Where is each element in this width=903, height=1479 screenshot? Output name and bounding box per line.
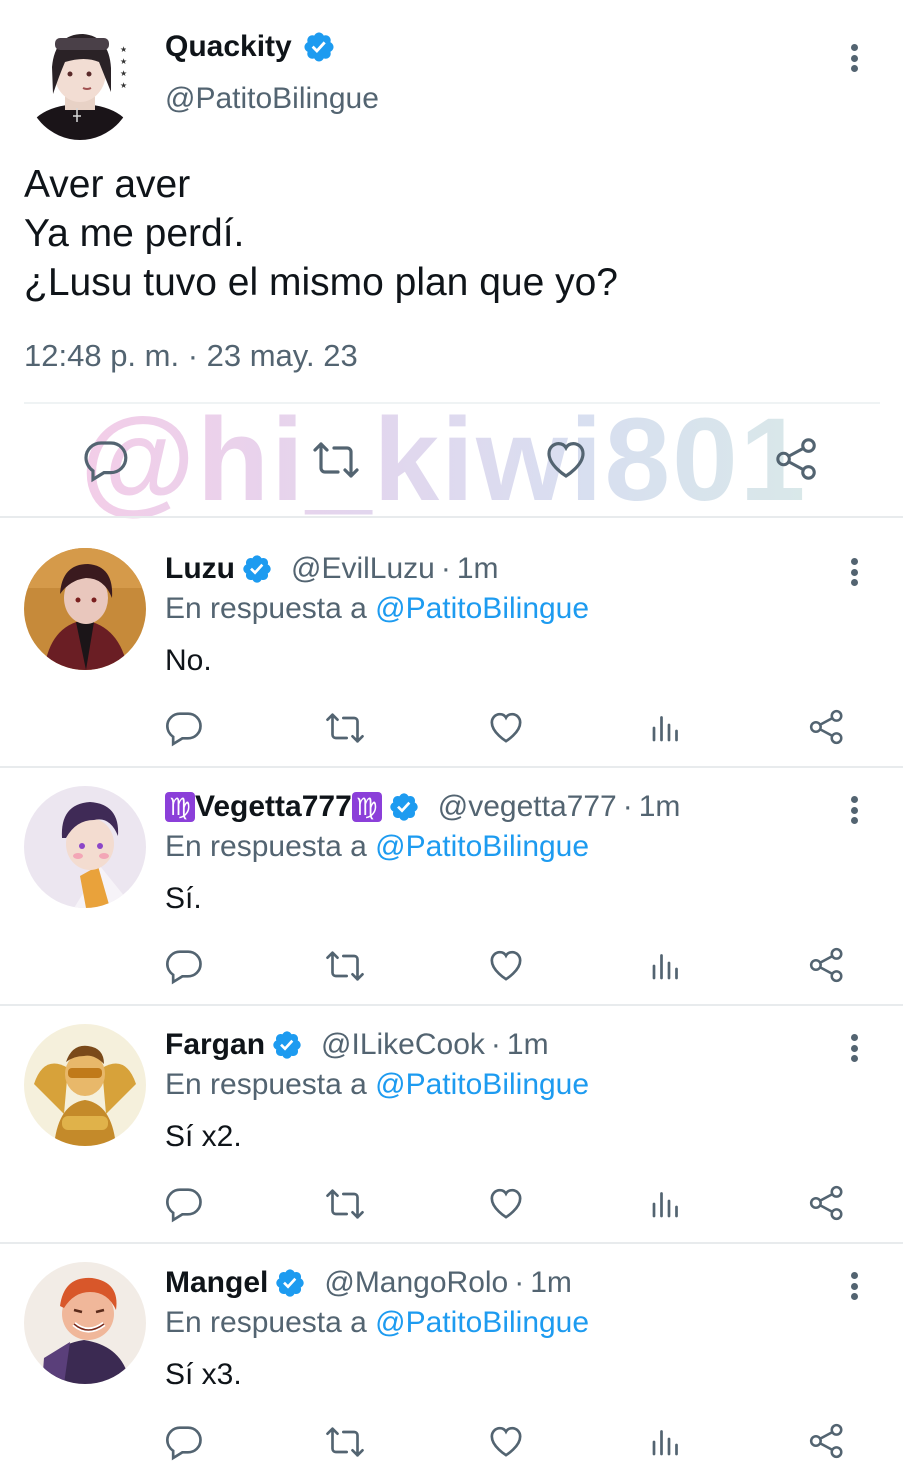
mention-link[interactable]: @PatitoBilingue [375,592,589,625]
verified-badge-icon [274,1267,306,1299]
tweet-text-line: Ya me perdí. [24,212,245,255]
like-icon[interactable] [486,1182,526,1224]
reply-tweet[interactable]: Fargan @ILikeCook · 1m En respuesta a @P… [0,994,903,1230]
more-options-icon[interactable] [844,1028,864,1068]
reply-text: No. [165,644,212,677]
reply-header: Mangel @MangoRolo · 1m [165,1266,572,1300]
retweet-icon[interactable] [324,708,366,748]
reply-text: Sí. [165,882,202,915]
share-icon[interactable] [808,1182,846,1224]
mention-link[interactable]: @PatitoBilingue [375,1306,589,1339]
reply-prefix: En respuesta a [165,592,367,625]
separator-dot: · [514,1266,525,1299]
views-icon[interactable] [648,1184,684,1224]
author-name[interactable]: Quackity [165,30,292,64]
reply-action-bar [0,1182,903,1226]
like-icon[interactable] [486,706,526,748]
like-icon[interactable] [486,1420,526,1462]
reply-prefix: En respuesta a [165,1306,367,1339]
reply-time[interactable]: 1m [457,552,499,586]
reply-time[interactable]: 1m [639,790,681,824]
more-options-icon[interactable] [844,552,864,592]
virgo-emoji-icon: ♍ [165,792,195,822]
retweet-icon[interactable] [324,1422,366,1462]
more-options-icon[interactable] [844,790,864,830]
reply-time[interactable]: 1m [530,1266,572,1300]
author-row: Quackity [165,30,336,64]
mention-link[interactable]: @PatitoBilingue [375,830,589,863]
svg-text:★: ★ [120,69,127,78]
verified-badge-icon [388,791,420,823]
reply-text: Sí x3. [165,1358,242,1391]
reply-tweet[interactable]: Mangel @MangoRolo · 1m En respuesta a @P… [0,1232,903,1468]
share-icon[interactable] [774,434,820,484]
virgo-emoji-icon: ♍ [351,792,382,822]
mention-link[interactable]: @PatitoBilingue [375,1068,589,1101]
reply-icon[interactable] [164,706,204,748]
reply-context: En respuesta a @PatitoBilingue [165,830,589,864]
like-icon[interactable] [486,944,526,986]
tweet-text: Aver aver Ya me perdí. ¿Lusu tuvo el mis… [24,160,618,307]
reply-prefix: En respuesta a [165,1068,367,1101]
avatar[interactable] [24,1024,146,1146]
reply-action-bar [0,944,903,988]
like-icon[interactable] [542,434,590,484]
reply-time[interactable]: 1m [507,1028,549,1062]
reply-author-name[interactable]: Fargan [165,1028,265,1062]
svg-text:★: ★ [120,57,127,66]
reply-action-bar [0,706,903,750]
retweet-icon[interactable] [324,946,366,986]
reply-author-name[interactable]: Vegetta777 [195,790,352,824]
reply-action-bar [0,1420,903,1464]
reply-author-handle[interactable]: @ILikeCook [321,1028,485,1062]
reply-icon[interactable] [164,1420,204,1462]
reply-header: ♍ Vegetta777 ♍ @vegetta777 · 1m [165,790,680,824]
reply-text: Sí x2. [165,1120,242,1153]
svg-text:★: ★ [120,81,127,90]
reply-icon[interactable] [164,944,204,986]
separator-dot: · [440,552,451,585]
reply-author-name[interactable]: Mangel [165,1266,268,1300]
verified-badge-icon [241,553,273,585]
tweet-text-line: Aver aver [24,163,191,206]
avatar[interactable] [24,548,146,670]
views-icon[interactable] [648,946,684,986]
reply-icon[interactable] [164,1182,204,1224]
reply-tweet[interactable]: ♍ Vegetta777 ♍ @vegetta777 · 1m En respu… [0,756,903,992]
views-icon[interactable] [648,1422,684,1462]
reply-header: Luzu @EvilLuzu · 1m [165,552,499,586]
reply-author-handle[interactable]: @MangoRolo [324,1266,508,1300]
separator-dot: · [490,1028,501,1061]
retweet-icon[interactable] [324,1184,366,1224]
tweet-text-line: ¿Lusu tuvo el mismo plan que yo? [24,261,618,304]
main-tweet: ★ ★ ★ ★ Quackity @PatitoBilingue Aver av… [0,0,903,526]
avatar[interactable]: ★ ★ ★ ★ [25,22,135,140]
reply-header: Fargan @ILikeCook · 1m [165,1028,549,1062]
reply-prefix: En respuesta a [165,830,367,863]
main-action-bar [0,432,903,490]
more-options-icon[interactable] [844,38,864,78]
avatar[interactable] [24,786,146,908]
reply-author-name[interactable]: Luzu [165,552,235,586]
more-options-icon[interactable] [844,1266,864,1306]
verified-badge-icon [271,1029,303,1061]
reply-icon[interactable] [82,434,130,484]
reply-author-handle[interactable]: @vegetta777 [438,790,617,824]
tweet-timestamp[interactable]: 12:48 p. m. · 23 may. 23 [24,338,358,374]
reply-tweet[interactable]: Luzu @EvilLuzu · 1m En respuesta a @Pati… [0,518,903,754]
reply-author-handle[interactable]: @EvilLuzu [291,552,435,586]
separator-dot: · [622,790,633,823]
svg-text:★: ★ [120,45,127,54]
avatar[interactable] [24,1262,146,1384]
verified-badge-icon [302,30,336,64]
share-icon[interactable] [808,1420,846,1462]
reply-context: En respuesta a @PatitoBilingue [165,1306,589,1340]
share-icon[interactable] [808,944,846,986]
reply-context: En respuesta a @PatitoBilingue [165,1068,589,1102]
share-icon[interactable] [808,706,846,748]
views-icon[interactable] [648,708,684,748]
author-handle[interactable]: @PatitoBilingue [165,82,379,116]
retweet-icon[interactable] [310,436,362,484]
reply-context: En respuesta a @PatitoBilingue [165,592,589,626]
